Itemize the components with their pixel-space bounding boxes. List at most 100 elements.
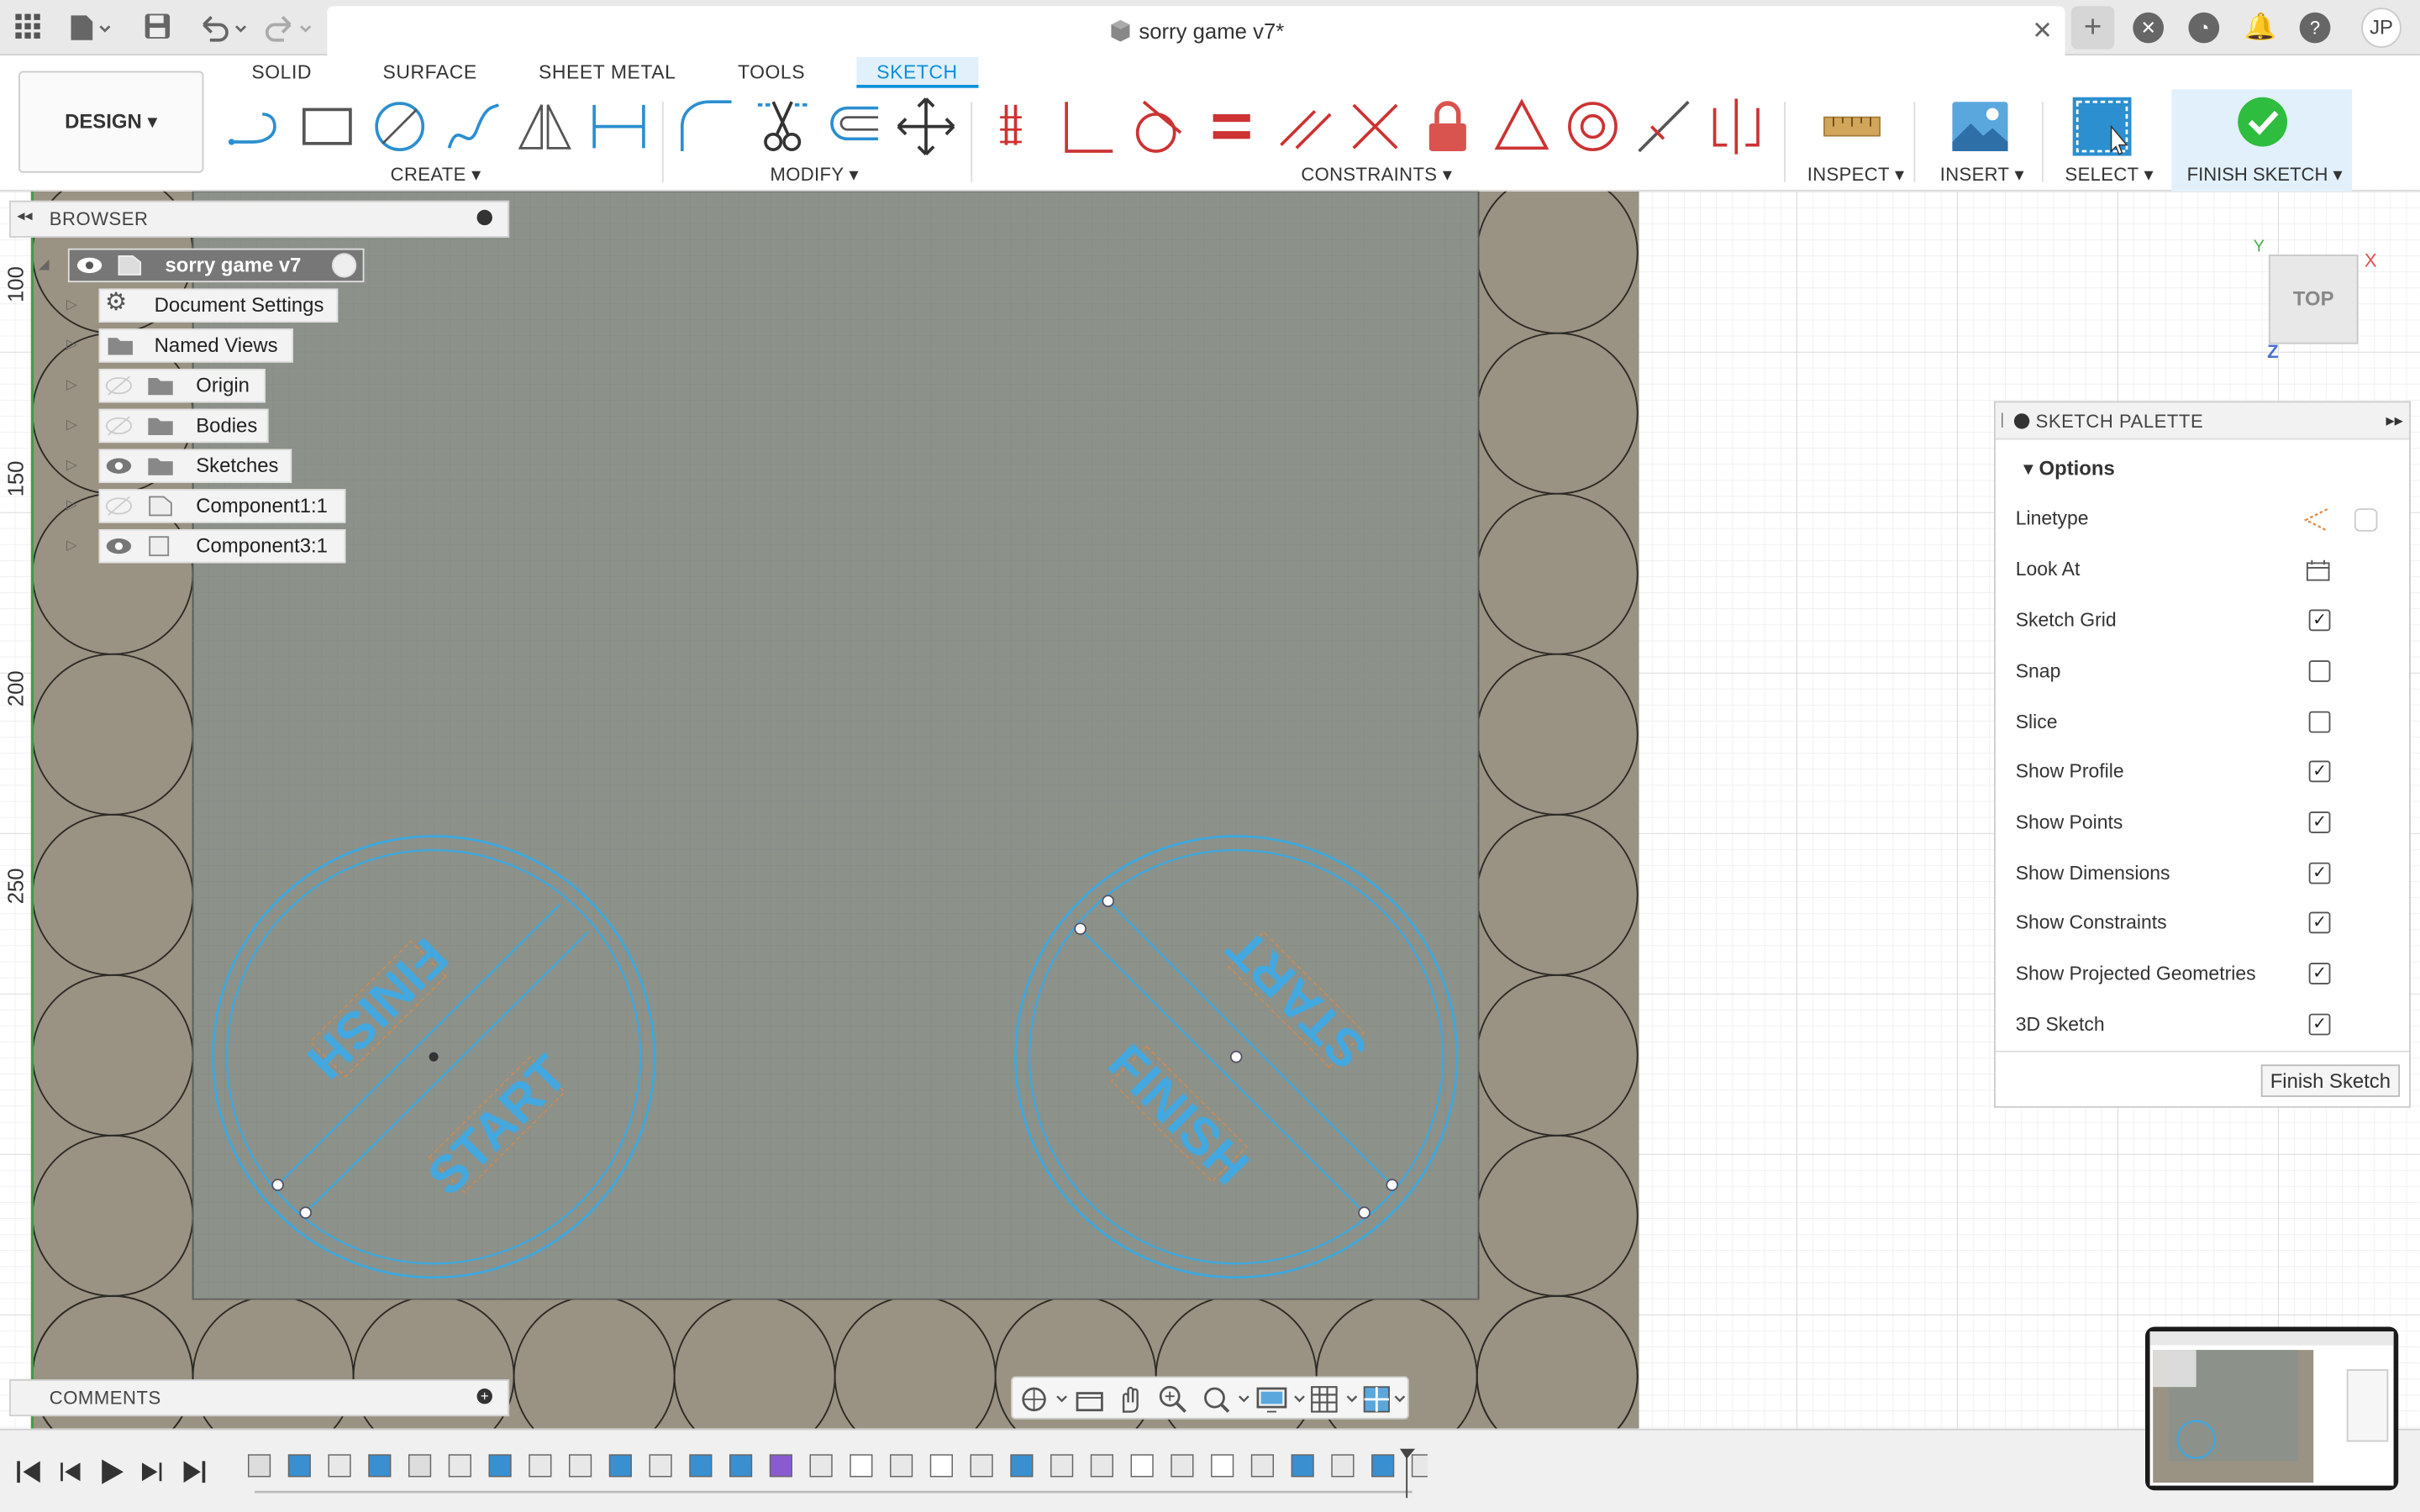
display-settings-icon[interactable] <box>1256 1384 1308 1415</box>
browser-panel-header[interactable]: ◂◂ BROWSER <box>9 200 510 238</box>
expand-arrow-icon[interactable]: ▷ <box>66 336 82 353</box>
measure-tool-icon[interactable] <box>1821 96 1882 157</box>
timeline-feature[interactable] <box>529 1454 552 1478</box>
timeline-feature[interactable] <box>1291 1454 1314 1478</box>
step-back-icon[interactable] <box>60 1462 81 1482</box>
timeline-feature[interactable] <box>1411 1454 1428 1478</box>
fillet-tool-icon[interactable] <box>676 96 737 157</box>
fix-constraint-icon[interactable] <box>1417 96 1478 157</box>
expand-arrow-icon[interactable]: ▷ <box>66 457 82 474</box>
create-menu[interactable]: CREATE ▾ <box>391 164 481 186</box>
select-tool-icon[interactable] <box>2071 96 2133 157</box>
show-dimensions-checkbox[interactable]: ✓ <box>2308 862 2331 885</box>
activate-radio-icon[interactable] <box>331 253 357 278</box>
eye-icon[interactable] <box>76 255 103 276</box>
tree-item-component1[interactable]: Component1:1 <box>98 489 346 523</box>
timeline-feature[interactable] <box>408 1454 432 1478</box>
modify-menu[interactable]: MODIFY ▾ <box>771 164 859 186</box>
show-points-checkbox[interactable]: ✓ <box>2308 811 2331 833</box>
3d-sketch-checkbox[interactable]: ✓ <box>2308 1013 2331 1036</box>
notifications-icon[interactable]: 🔔 <box>2244 13 2277 44</box>
eye-hidden-icon[interactable] <box>105 375 133 396</box>
timeline-feature[interactable] <box>729 1454 753 1478</box>
timeline-feature[interactable] <box>1050 1454 1074 1478</box>
redo-icon[interactable] <box>262 13 312 44</box>
look-at-nav-icon[interactable] <box>1074 1384 1105 1415</box>
tree-item-component3[interactable]: Component3:1 <box>98 528 346 564</box>
construction-linetype-icon[interactable] <box>2302 506 2330 533</box>
extensions-icon[interactable]: ✕ <box>2133 12 2165 44</box>
timeline-feature-list[interactable] <box>239 1448 1428 1499</box>
window-preview[interactable] <box>2145 1326 2399 1491</box>
show-profile-checkbox[interactable]: ✓ <box>2308 760 2331 783</box>
timeline-feature[interactable] <box>769 1454 792 1478</box>
tree-item-origin[interactable]: Origin <box>98 368 266 403</box>
symmetry-constraint-icon[interactable] <box>1491 96 1552 157</box>
option-show-constraints[interactable]: Show Constraints ✓ <box>2014 909 2394 940</box>
close-tab-icon[interactable]: ✕ <box>2032 15 2053 46</box>
move-tool-icon[interactable] <box>895 96 956 157</box>
app-grid-icon[interactable] <box>13 13 44 44</box>
drag-handle-icon[interactable]: | <box>2000 412 2004 428</box>
perpendicular-lines-icon[interactable] <box>1344 96 1406 157</box>
slice-checkbox[interactable] <box>2308 711 2331 733</box>
timeline-feature[interactable] <box>689 1454 713 1478</box>
tab-sheet-metal[interactable]: SHEET METAL <box>539 61 676 83</box>
expand-arrow-icon[interactable]: ▷ <box>66 297 82 313</box>
grid-settings-icon[interactable] <box>1309 1384 1361 1415</box>
viewports-icon[interactable] <box>1361 1384 1413 1415</box>
line-tool-icon[interactable] <box>225 96 287 157</box>
pan-hand-icon[interactable] <box>1114 1384 1145 1415</box>
tab-solid[interactable]: SOLID <box>251 61 312 83</box>
timeline-feature[interactable] <box>1371 1454 1395 1478</box>
timeline-feature[interactable] <box>247 1454 271 1478</box>
finish-sketch-button[interactable]: FINISH SKETCH ▾ <box>2171 89 2353 192</box>
eye-hidden-icon[interactable] <box>105 415 133 437</box>
timeline-feature[interactable] <box>1130 1454 1154 1478</box>
option-show-profile[interactable]: Show Profile ✓ <box>2014 758 2394 789</box>
option-show-projected-geometries[interactable]: Show Projected Geometries ✓ <box>2014 959 2394 990</box>
insert-menu[interactable]: INSERT ▾ <box>1940 164 2024 186</box>
timeline-feature[interactable] <box>929 1454 953 1478</box>
centerline-linetype-icon[interactable] <box>2352 506 2380 533</box>
option-show-dimensions[interactable]: Show Dimensions ✓ <box>2014 859 2394 890</box>
tree-item-bodies[interactable]: Bodies <box>98 408 269 444</box>
timeline-feature[interactable] <box>1171 1454 1194 1478</box>
file-menu-icon[interactable] <box>68 13 111 44</box>
palette-finish-sketch-button[interactable]: Finish Sketch <box>2260 1064 2401 1097</box>
browser-minimize-icon[interactable] <box>476 209 492 226</box>
tangent-constraint-icon[interactable] <box>1128 96 1190 157</box>
tab-sketch[interactable]: SKETCH <box>856 56 978 88</box>
circle-tool-icon[interactable] <box>369 96 430 157</box>
options-section-toggle[interactable]: ▾ Options <box>2023 457 2115 481</box>
help-icon[interactable]: ? <box>2299 12 2331 44</box>
timeline-feature[interactable] <box>649 1454 672 1478</box>
timeline-feature[interactable] <box>287 1454 311 1478</box>
undo-icon[interactable] <box>197 13 247 44</box>
expand-arrow-icon[interactable]: ▷ <box>66 537 82 554</box>
user-avatar[interactable]: JP <box>2361 8 2402 48</box>
eye-icon[interactable] <box>105 455 133 477</box>
constraints-menu[interactable]: CONSTRAINTS ▾ <box>1301 164 1452 186</box>
perpendicular-constraint-icon[interactable] <box>1057 96 1118 157</box>
concentric-constraint-icon[interactable] <box>1562 96 1623 157</box>
eye-hidden-icon[interactable] <box>105 496 133 517</box>
snap-checkbox[interactable] <box>2308 660 2331 682</box>
tab-tools[interactable]: TOOLS <box>738 61 805 83</box>
timeline-feature[interactable] <box>1331 1454 1355 1478</box>
play-icon[interactable] <box>102 1459 124 1484</box>
look-at-icon[interactable] <box>2306 559 2330 582</box>
option-show-points[interactable]: Show Points ✓ <box>2014 808 2394 839</box>
palette-minimize-icon[interactable] <box>2013 413 2030 429</box>
sketch-palette-header[interactable]: | SKETCH PALETTE ▸▸ <box>1995 402 2410 440</box>
collapse-arrow-icon[interactable]: ◢ <box>39 256 54 273</box>
collapse-browser-icon[interactable]: ◂◂ <box>17 208 32 225</box>
go-to-end-icon[interactable] <box>183 1461 206 1483</box>
document-tab[interactable]: sorry game v7* ✕ <box>327 6 2065 56</box>
zoom-window-icon[interactable] <box>1201 1384 1253 1415</box>
rectangle-tool-icon[interactable] <box>297 96 359 157</box>
timeline-feature[interactable] <box>890 1454 913 1478</box>
midpoint-constraint-icon[interactable] <box>1633 96 1694 157</box>
tree-item-document-settings[interactable]: ⚙ Document Settings <box>98 288 339 323</box>
zoom-icon[interactable] <box>1158 1384 1189 1415</box>
